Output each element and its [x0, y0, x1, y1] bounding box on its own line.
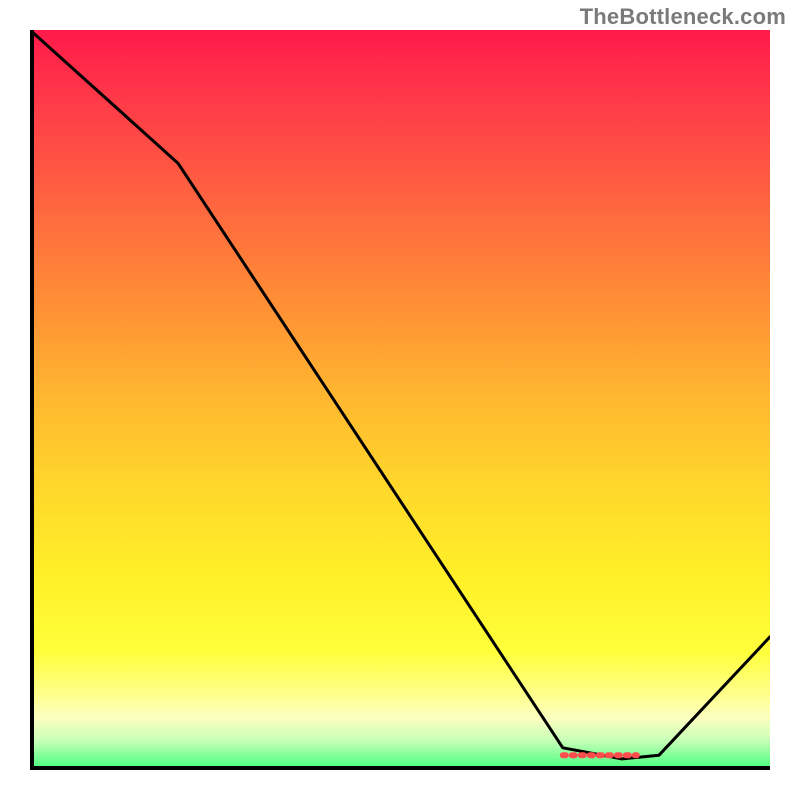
optimal-range-marker — [30, 30, 770, 770]
x-axis — [30, 766, 770, 770]
y-axis — [30, 30, 34, 770]
watermark-label: TheBottleneck.com — [580, 4, 786, 30]
plot-area — [30, 30, 770, 770]
chart-container: TheBottleneck.com — [0, 0, 800, 800]
